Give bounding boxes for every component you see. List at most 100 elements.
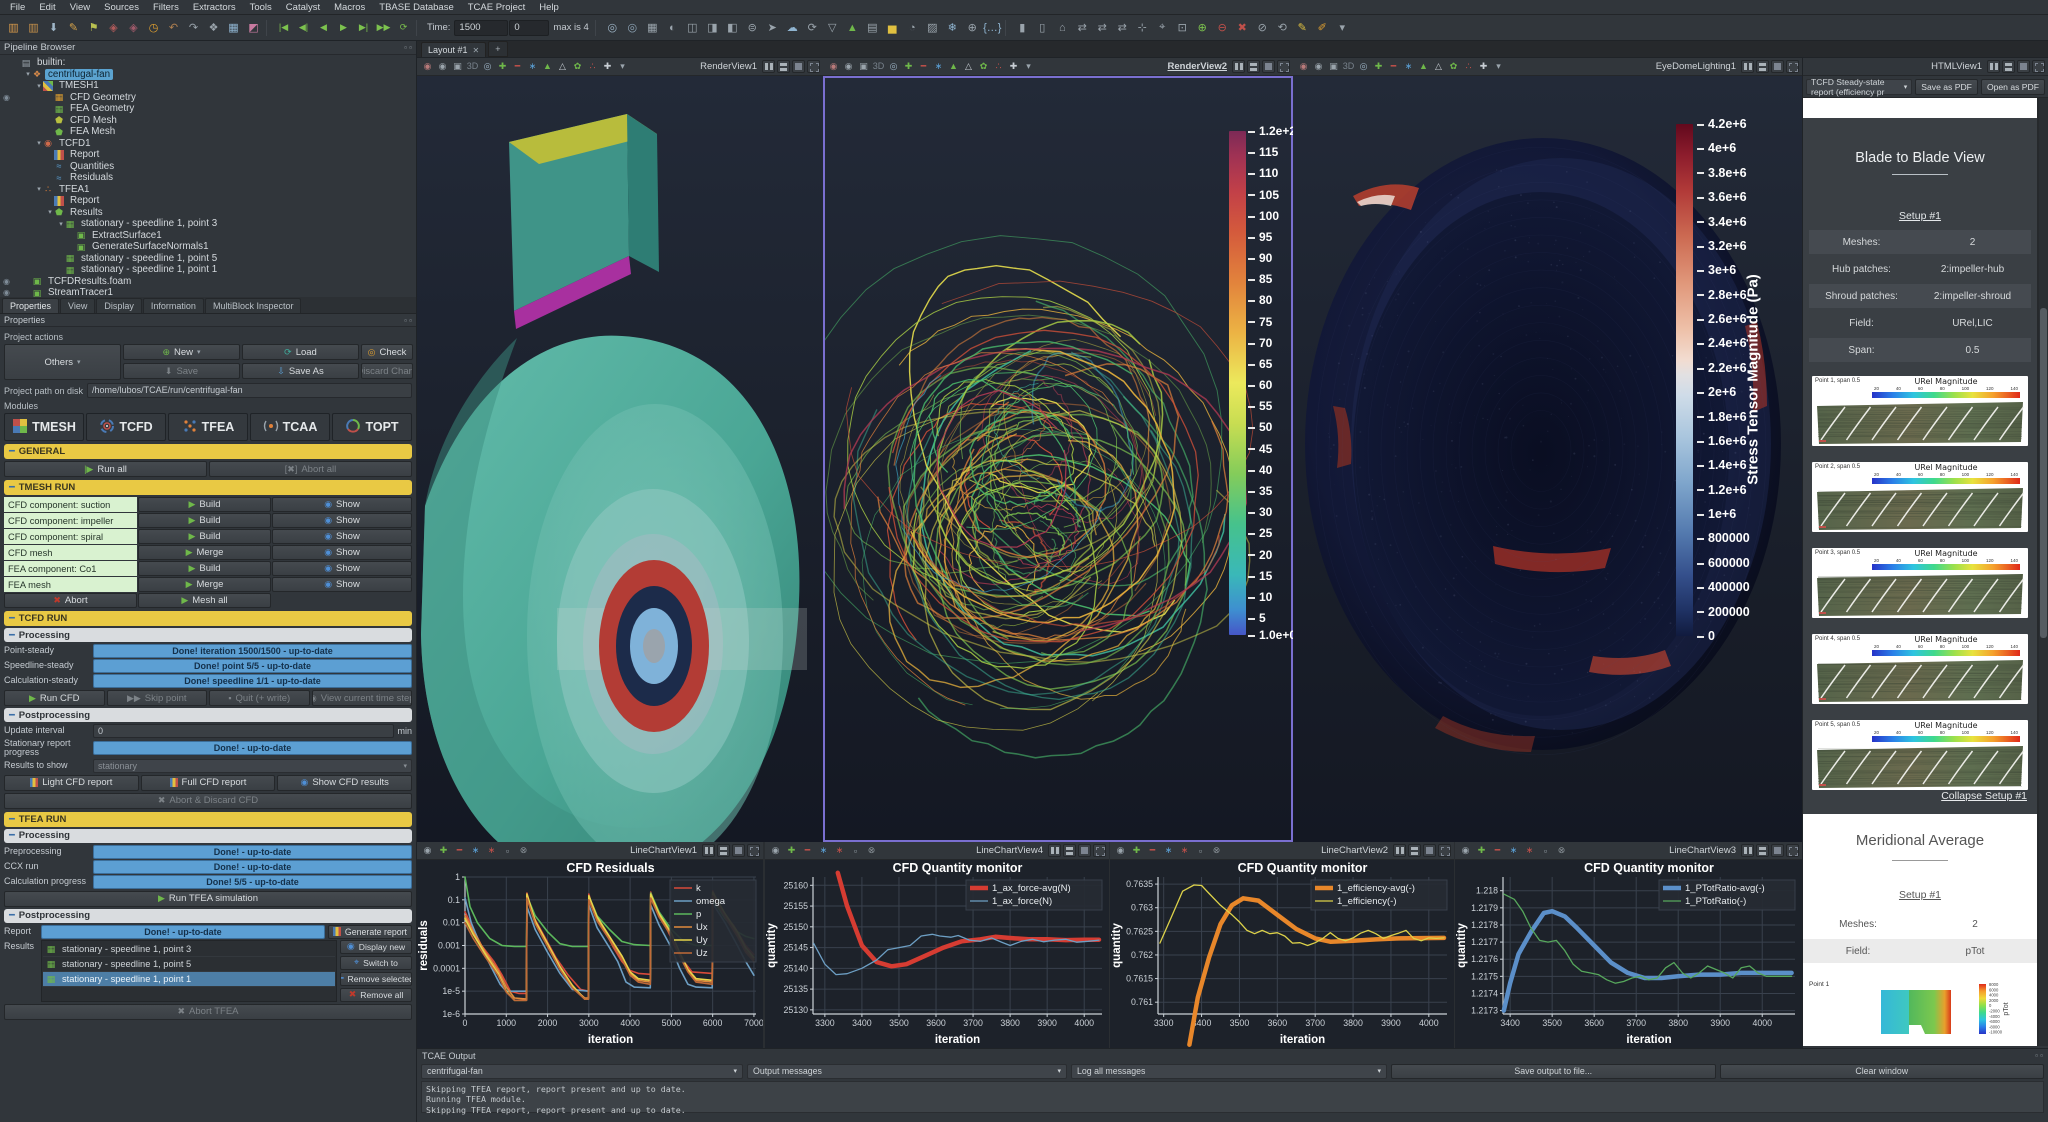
tmesh-build-button[interactable]: ▶ Build: [138, 497, 271, 512]
module-button-tcfd[interactable]: TCFD: [86, 413, 166, 441]
disable-icon[interactable]: ⊘: [1253, 18, 1272, 37]
camera-icon[interactable]: ◉: [768, 843, 783, 858]
run-tfea-button[interactable]: ▶ Run TFEA simulation: [4, 890, 412, 907]
macro-icon[interactable]: {…}: [983, 18, 1002, 37]
tmesh-build-button[interactable]: ▶ Build: [138, 561, 271, 576]
restore-button[interactable]: [1786, 60, 1799, 73]
remove-all-button[interactable]: ✖ Remove all: [340, 987, 412, 1002]
camera-icon[interactable]: ◉: [420, 59, 435, 74]
section-tmesh-run[interactable]: ━ TMESH RUN: [4, 480, 412, 495]
favorites-icon[interactable]: ◈: [104, 18, 123, 37]
abort-discard-cfd-button[interactable]: ✖ Abort & Discard CFD: [4, 792, 412, 809]
connect-icon[interactable]: ⚑: [84, 18, 103, 37]
more-tools-icon[interactable]: ▾: [1491, 59, 1506, 74]
tab-layout-1[interactable]: Layout #1 ✕: [421, 42, 487, 57]
run-cfd-button[interactable]: ▶ Run CFD: [4, 690, 105, 706]
restore-button[interactable]: [1438, 844, 1451, 857]
visibility-eye-icon[interactable]: ◉: [0, 288, 13, 297]
last-frame-icon[interactable]: ▶▶: [374, 18, 393, 37]
run-all-button[interactable]: |▶ Run all: [4, 461, 207, 477]
tab-multiblock-inspector[interactable]: MultiBlock Inspector: [204, 298, 302, 313]
camera-icon[interactable]: ◉: [1458, 843, 1473, 858]
deselect-icon[interactable]: ∗: [484, 843, 499, 858]
open-as-pdf-button[interactable]: Open as PDF: [1980, 78, 2045, 95]
stream-tracer-icon[interactable]: ☁: [783, 18, 802, 37]
remove-icon[interactable]: ━: [1490, 843, 1505, 858]
pipeline-item-tfea1[interactable]: ▾ ∴ TFEA1: [0, 184, 416, 196]
add-layout-button[interactable]: +: [488, 41, 508, 57]
axes-grid-icon[interactable]: ∗: [1401, 59, 1416, 74]
toggle-panel-icon[interactable]: ▮: [1013, 18, 1032, 37]
maximize-button[interactable]: [732, 844, 745, 857]
tfea-result-item[interactable]: ▦ stationary - speedline 1, point 5: [43, 957, 335, 972]
tmesh-build-button[interactable]: ▶ Build: [138, 513, 271, 528]
tree-expander[interactable]: ▾: [35, 139, 43, 147]
redo-icon[interactable]: ↷: [184, 18, 203, 37]
play-backward-icon[interactable]: ◀: [314, 18, 333, 37]
tcfd-processing-header[interactable]: ━ Processing: [4, 628, 412, 642]
toggle-3d-icon[interactable]: 3D: [871, 59, 886, 74]
split-horizontal-button[interactable]: [702, 844, 715, 857]
warp-icon[interactable]: ⟳: [803, 18, 822, 37]
tree-expander[interactable]: ▾: [46, 208, 54, 216]
camera-icon[interactable]: ◉: [420, 843, 435, 858]
pipeline-item-report[interactable]: Report: [0, 195, 416, 207]
orientation-axes-icon[interactable]: ▲: [540, 59, 555, 74]
visibility-eye-icon[interactable]: ◉: [0, 277, 13, 286]
abort-all-button[interactable]: [✖] Abort all: [209, 461, 412, 477]
section-tcfd-run[interactable]: ━ TCFD RUN: [4, 611, 412, 626]
select-points-icon[interactable]: ∗: [1506, 843, 1521, 858]
tfea-postprocessing-header[interactable]: ━ Postprocessing: [4, 908, 412, 923]
draw-icon[interactable]: ✐: [1313, 18, 1332, 37]
apply-icon[interactable]: ❖: [204, 18, 223, 37]
time-input[interactable]: 1500: [454, 19, 509, 36]
screenshot-icon[interactable]: ▣: [856, 59, 871, 74]
orientation-axes-icon[interactable]: ▲: [946, 59, 961, 74]
pipeline-item-streamtracer1[interactable]: ◉ ▣ StreamTracer1: [0, 287, 416, 297]
toggle-icon[interactable]: ▫: [1193, 843, 1208, 858]
level-icon[interactable]: ▲: [843, 18, 862, 37]
menu-item-file[interactable]: File: [4, 2, 31, 13]
import-data-icon[interactable]: ⬇: [44, 18, 63, 37]
tmesh-show-button[interactable]: ◉ Show: [272, 577, 412, 592]
tree-expander[interactable]: ▾: [57, 220, 65, 228]
plot-over-line-icon[interactable]: ◔: [903, 18, 922, 37]
delete-icon[interactable]: ✖: [1233, 18, 1252, 37]
tab-view[interactable]: View: [60, 298, 96, 313]
maximize-button[interactable]: [1262, 60, 1275, 73]
zoom-in-icon[interactable]: ◎: [603, 18, 622, 37]
tfea-result-item[interactable]: ▦ stationary - speedline 1, point 1: [43, 971, 335, 987]
restore-button[interactable]: [1093, 844, 1106, 857]
menu-item-view[interactable]: View: [64, 2, 96, 13]
edit-state-icon[interactable]: ✎: [64, 18, 83, 37]
save-output-button[interactable]: Save output to file...: [1391, 1063, 1716, 1079]
split-horizontal-button[interactable]: [1987, 60, 2000, 73]
split-vertical-button[interactable]: [717, 844, 730, 857]
tmesh-show-button[interactable]: ◉ Show: [272, 513, 412, 528]
pipeline-item-extractsurface1[interactable]: ▣ ExtractSurface1: [0, 230, 416, 242]
split-vertical-button[interactable]: [1063, 844, 1076, 857]
menu-item-tools[interactable]: Tools: [244, 2, 278, 13]
capture-icon[interactable]: ◉: [435, 59, 450, 74]
split-horizontal-button[interactable]: [1232, 60, 1245, 73]
tfea-processing-header[interactable]: ━ Processing: [4, 828, 412, 843]
toggle-icon[interactable]: ▫: [848, 843, 863, 858]
pipeline-item-cfd-geometry[interactable]: ◉ ▦ CFD Geometry: [0, 92, 416, 104]
loop-icon[interactable]: ⟳: [394, 18, 413, 37]
add-icon[interactable]: ✚: [436, 843, 451, 858]
remove-icon[interactable]: ━: [452, 843, 467, 858]
annotate-icon[interactable]: ✎: [1293, 18, 1312, 37]
toggle-icon[interactable]: ▫: [500, 843, 515, 858]
histogram-icon[interactable]: ▅: [883, 18, 902, 37]
tmesh-merge-button[interactable]: ▶ Merge: [138, 545, 271, 560]
contour-icon[interactable]: ◐: [663, 18, 682, 37]
split-horizontal-button[interactable]: [762, 60, 775, 73]
threshold-icon[interactable]: ◧: [723, 18, 742, 37]
group-datasets-icon[interactable]: ▽: [823, 18, 842, 37]
velocity-colorbar[interactable]: [1229, 131, 1246, 635]
skip-point-button[interactable]: ▶▶ Skip point: [106, 690, 207, 706]
tmesh-abort-button[interactable]: ✖ Abort: [4, 593, 137, 608]
update-interval-input[interactable]: 0: [93, 724, 395, 738]
pipeline-item-centrifugal-fan[interactable]: ▾ ❖ centrifugal-fan: [0, 68, 416, 81]
pipeline-item-tmesh1[interactable]: ▾ TMESH1: [0, 80, 416, 92]
